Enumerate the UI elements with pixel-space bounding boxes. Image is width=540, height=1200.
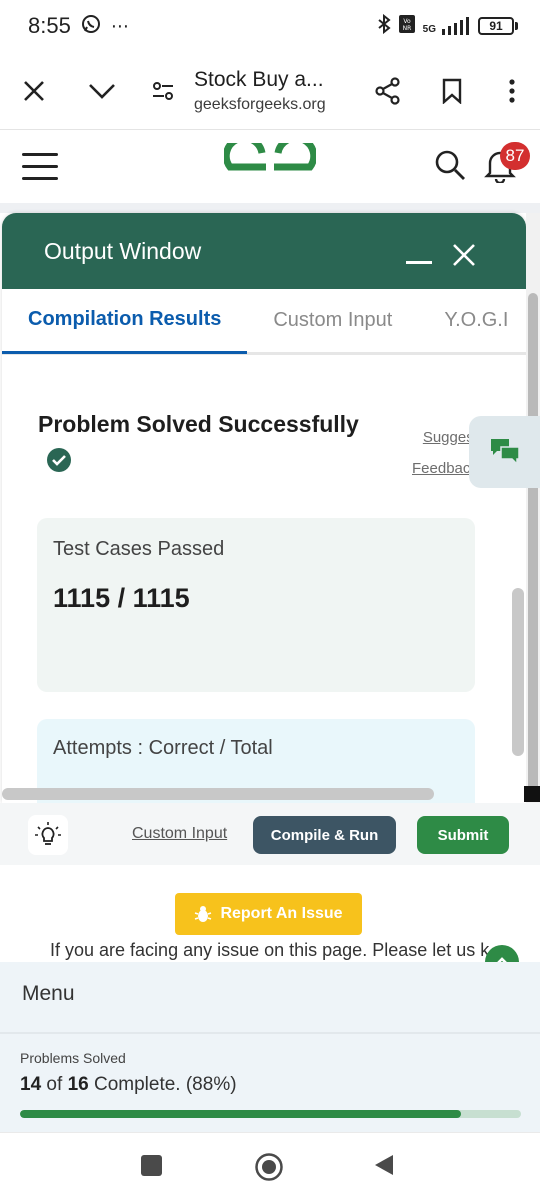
page-title: Stock Buy a... (194, 67, 324, 91)
progress-bar-fill (20, 1110, 461, 1118)
test-cases-card: Test Cases Passed 1115 / 1115 (37, 518, 475, 692)
tab-custom-input[interactable]: Custom Input (247, 288, 418, 354)
tab-compilation-results[interactable]: Compilation Results (2, 288, 248, 354)
home-icon (255, 1153, 283, 1181)
more-menu-button[interactable] (484, 52, 540, 130)
chat-icon (490, 439, 520, 466)
tune-icon (153, 81, 173, 100)
progress-suffix: Complete. (88%) (93, 1074, 237, 1095)
system-nav-bar (0, 1132, 540, 1200)
close-output-button[interactable] (452, 243, 476, 272)
gfg-logo[interactable] (222, 134, 318, 194)
status-bar: 8:55 ⋯ Vo NR 5G 91 (0, 0, 540, 52)
share-button[interactable] (356, 52, 420, 130)
bookmark-icon (442, 78, 462, 104)
submit-button[interactable]: Submit (417, 816, 509, 854)
output-window-header: Output Window (2, 213, 526, 289)
signal-icon: 5G (423, 17, 470, 35)
attempts-label: Attempts : Correct / Total (53, 737, 273, 759)
page-domain: geeksforgeeks.org (194, 95, 326, 113)
report-issue-label: Report An Issue (220, 905, 343, 922)
whatsapp-icon (81, 14, 101, 39)
page-vertical-scrollbar[interactable] (526, 213, 540, 803)
collapse-button[interactable] (68, 52, 136, 130)
notification-count-badge: 87 (500, 142, 530, 170)
site-header (0, 131, 540, 203)
page-background-strip (0, 203, 540, 213)
more-notifications-icon: ⋯ (110, 15, 129, 36)
custom-input-link[interactable]: Custom Input (132, 825, 227, 843)
menu-title[interactable]: Menu (22, 982, 75, 1006)
url-bar[interactable]: Stock Buy a... geeksforgeeks.org (190, 68, 356, 114)
svg-text:NR: NR (402, 25, 411, 32)
tab-yogi[interactable]: Y.O.G.I (418, 288, 526, 354)
output-tabs: Compilation Results Custom Input Y.O.G.I (2, 289, 526, 355)
result-status: Problem Solved Successfully (38, 411, 359, 437)
hamburger-menu-button[interactable] (22, 153, 58, 181)
menu-panel: Menu Problems Solved 14 of 16 Complete. … (0, 962, 540, 1132)
hint-button[interactable] (28, 815, 68, 855)
lightbulb-icon (35, 822, 61, 845)
bug-icon (195, 906, 212, 922)
report-issue-button[interactable]: Report An Issue (175, 893, 362, 935)
back-button[interactable] (373, 1153, 395, 1182)
bluetooth-icon (377, 13, 391, 39)
close-icon (24, 80, 44, 101)
feedback-links: Suggest Feedback (412, 429, 478, 491)
site-search-button[interactable] (434, 149, 466, 186)
output-window-title: Output Window (44, 237, 202, 264)
close-icon (453, 244, 475, 266)
menu-divider (0, 1032, 540, 1034)
problems-solved-label: Problems Solved (20, 1050, 126, 1066)
of-word: of (46, 1074, 63, 1095)
solved-count: 14 (20, 1074, 42, 1095)
chevron-down-icon (89, 83, 115, 99)
volte-icon: Vo NR (398, 14, 415, 38)
success-check-icon (46, 447, 72, 478)
test-cases-label: Test Cases Passed (53, 538, 225, 560)
test-cases-value: 1115 / 1115 (53, 583, 190, 613)
progress-bar (20, 1110, 521, 1118)
back-icon (375, 1155, 393, 1175)
close-tab-button[interactable] (0, 52, 68, 130)
battery-icon: 91 (478, 17, 518, 35)
status-time: 8:55 (28, 13, 71, 38)
battery-level: 91 (478, 17, 514, 35)
report-issue-text: If you are facing any issue on this page… (50, 940, 490, 960)
chat-button[interactable] (469, 416, 540, 488)
feedback-link[interactable]: Feedback (412, 460, 478, 477)
minimize-button[interactable] (406, 261, 432, 264)
more-vert-icon (509, 78, 515, 103)
share-icon (375, 76, 400, 105)
editor-action-bar: Custom Input Compile & Run Submit (0, 803, 540, 865)
browser-toolbar: Stock Buy a... geeksforgeeks.org (0, 52, 540, 130)
total-count: 16 (67, 1074, 89, 1095)
scrollbar-corner (524, 786, 540, 802)
output-window: Output Window Compilation Results Custom… (2, 213, 526, 803)
svg-text:Vo: Vo (403, 18, 411, 25)
bookmark-button[interactable] (420, 52, 484, 130)
output-vertical-scrollbar[interactable] (512, 588, 524, 756)
problems-solved-summary: 14 of 16 Complete. (88%) (20, 1074, 237, 1096)
suggest-link[interactable]: Suggest (412, 429, 478, 446)
compile-run-button[interactable]: Compile & Run (253, 816, 396, 854)
output-horizontal-scrollbar[interactable] (2, 788, 434, 800)
network-type: 5G (422, 24, 436, 35)
recents-button[interactable] (141, 1155, 162, 1176)
home-button[interactable] (254, 1152, 284, 1187)
search-icon (435, 150, 465, 180)
site-settings-button[interactable] (136, 52, 190, 130)
